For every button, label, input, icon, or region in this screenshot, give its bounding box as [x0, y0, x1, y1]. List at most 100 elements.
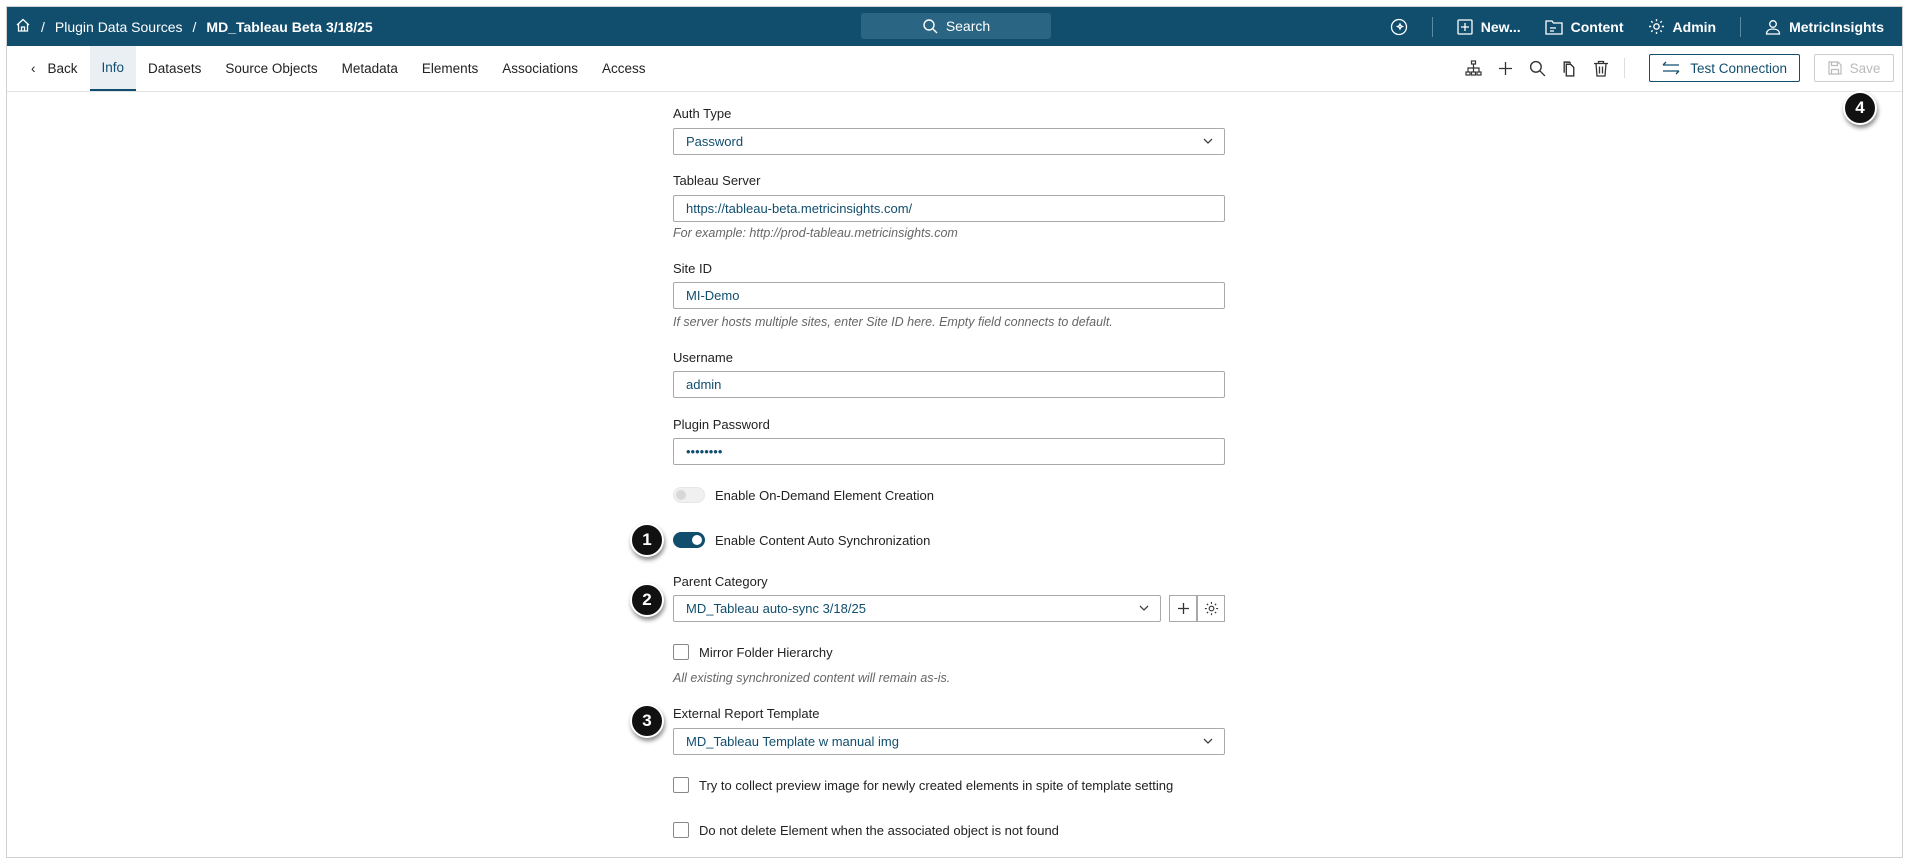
test-connection-label: Test Connection: [1690, 60, 1787, 76]
search-icon[interactable]: [1528, 59, 1546, 77]
collect-preview-row: Try to collect preview image for newly c…: [673, 777, 1173, 793]
tab-elements[interactable]: Elements: [410, 46, 490, 91]
external-template-label: External Report Template: [673, 706, 820, 721]
username-label: Username: [673, 350, 733, 365]
folder-icon: [1544, 19, 1563, 35]
gear-icon: [1204, 601, 1218, 616]
plugin-password-label: Plugin Password: [673, 417, 770, 432]
mirror-checkbox[interactable]: [673, 644, 689, 660]
chevron-left-icon: ‹: [31, 61, 36, 76]
sparkle-icon: [1390, 18, 1407, 35]
content-label: Content: [1570, 18, 1624, 35]
breadcrumb-current: MD_Tableau Beta 3/18/25: [206, 18, 373, 35]
collect-preview-checkbox[interactable]: [673, 777, 689, 793]
plus-square-icon: [1457, 18, 1473, 35]
save-button[interactable]: Save: [1814, 54, 1894, 82]
callout-badge-2: 2: [630, 583, 664, 617]
tableau-server-value: https://tableau-beta.metricinsights.com/: [686, 201, 913, 216]
tab-associations[interactable]: Associations: [490, 46, 590, 91]
divider: [1740, 16, 1742, 37]
tab-metadata[interactable]: Metadata: [330, 46, 410, 91]
floppy-disk-icon: [1828, 61, 1842, 75]
user-menu[interactable]: MetricInsights: [1765, 19, 1884, 35]
mirror-row: Mirror Folder Hierarchy: [673, 644, 833, 660]
external-template-value: MD_Tableau Template w manual img: [686, 734, 899, 749]
no-delete-row: Do not delete Element when the associate…: [673, 822, 1059, 838]
content-button[interactable]: Content: [1544, 18, 1624, 35]
callout-badge-3: 3: [630, 704, 664, 738]
username-value: admin: [686, 377, 722, 392]
site-id-value: MI-Demo: [686, 288, 740, 303]
auto-sync-toggle[interactable]: [673, 532, 705, 548]
save-label: Save: [1849, 60, 1881, 76]
back-label: Back: [47, 61, 78, 76]
divider: [1431, 16, 1433, 37]
tab-datasets[interactable]: Datasets: [136, 46, 213, 91]
trash-icon[interactable]: [1592, 59, 1610, 77]
tab-source-objects[interactable]: Source Objects: [213, 46, 329, 91]
tab-info[interactable]: Info: [89, 46, 137, 91]
user-label: MetricInsights: [1789, 18, 1884, 35]
auto-sync-row: Enable Content Auto Synchronization: [673, 532, 930, 548]
on-demand-label: Enable On-Demand Element Creation: [715, 487, 934, 503]
plugin-password-value: ••••••••: [686, 444, 723, 459]
chevron-down-icon: [1203, 738, 1213, 744]
auth-type-value: Password: [686, 134, 744, 149]
site-id-hint: If server hosts multiple sites, enter Si…: [673, 315, 1113, 329]
parent-category-value: MD_Tableau auto-sync 3/18/25: [686, 601, 866, 616]
new-label: New...: [1480, 18, 1521, 35]
tableau-server-hint: For example: http://prod-tableau.metrici…: [673, 226, 958, 240]
top-header: / Plugin Data Sources / MD_Tableau Beta …: [7, 7, 1902, 46]
search-button[interactable]: Search: [861, 13, 1051, 39]
plus-icon: [1177, 603, 1189, 614]
collect-preview-label: Try to collect preview image for newly c…: [699, 777, 1174, 793]
search-icon: [923, 19, 938, 34]
breadcrumb-separator: /: [41, 18, 45, 35]
copy-icon[interactable]: [1560, 59, 1578, 77]
new-button[interactable]: New...: [1457, 19, 1521, 35]
site-id-label: Site ID: [673, 261, 713, 276]
chevron-down-icon: [1203, 138, 1213, 144]
user-icon: [1765, 19, 1781, 35]
plus-icon[interactable]: [1496, 59, 1514, 77]
chevron-down-icon: [1139, 605, 1149, 611]
breadcrumb-plugin-data-sources[interactable]: Plugin Data Sources: [55, 19, 183, 35]
mirror-hint: All existing synchronized content will r…: [673, 671, 951, 685]
no-delete-label: Do not delete Element when the associate…: [699, 822, 1059, 838]
mirror-label: Mirror Folder Hierarchy: [699, 644, 833, 660]
auth-type-label: Auth Type: [673, 106, 732, 121]
breadcrumb: / Plugin Data Sources / MD_Tableau Beta …: [15, 7, 373, 46]
site-id-input[interactable]: MI-Demo: [673, 282, 1225, 309]
ai-assistant-button[interactable]: [1390, 18, 1408, 36]
callout-badge-1: 1: [630, 523, 664, 557]
category-settings-button[interactable]: [1197, 595, 1225, 622]
add-category-button[interactable]: [1169, 595, 1197, 622]
app-window: / Plugin Data Sources / MD_Tableau Beta …: [6, 6, 1903, 858]
admin-button[interactable]: Admin: [1648, 18, 1717, 35]
parent-category-label: Parent Category: [673, 574, 768, 589]
divider: [1624, 58, 1626, 78]
search-label: Search: [945, 18, 991, 34]
back-button[interactable]: ‹ Back: [19, 46, 90, 91]
on-demand-row: Enable On-Demand Element Creation: [673, 487, 934, 503]
username-input[interactable]: admin: [673, 371, 1225, 398]
on-demand-toggle[interactable]: [673, 487, 705, 503]
auth-type-select[interactable]: Password: [673, 128, 1225, 155]
toolbar: ‹ Back Info Datasets Source Objects Metad…: [7, 46, 1902, 92]
admin-label: Admin: [1672, 18, 1717, 35]
gear-icon: [1648, 19, 1664, 34]
tableau-server-label: Tableau Server: [673, 173, 761, 188]
tableau-server-input[interactable]: https://tableau-beta.metricinsights.com/: [673, 195, 1225, 222]
plugin-password-input[interactable]: ••••••••: [673, 438, 1225, 465]
swap-arrows-icon: [1662, 61, 1680, 75]
tab-access[interactable]: Access: [590, 46, 658, 91]
no-delete-checkbox[interactable]: [673, 822, 689, 838]
auto-sync-label: Enable Content Auto Synchronization: [715, 532, 931, 548]
test-connection-button[interactable]: Test Connection: [1649, 54, 1800, 82]
breadcrumb-separator: /: [192, 18, 197, 35]
external-template-select[interactable]: MD_Tableau Template w manual img: [673, 728, 1225, 755]
parent-category-select[interactable]: MD_Tableau auto-sync 3/18/25: [673, 595, 1161, 622]
callout-badge-4: 4: [1843, 91, 1877, 125]
hierarchy-icon[interactable]: [1464, 59, 1482, 77]
home-icon[interactable]: [15, 17, 31, 36]
